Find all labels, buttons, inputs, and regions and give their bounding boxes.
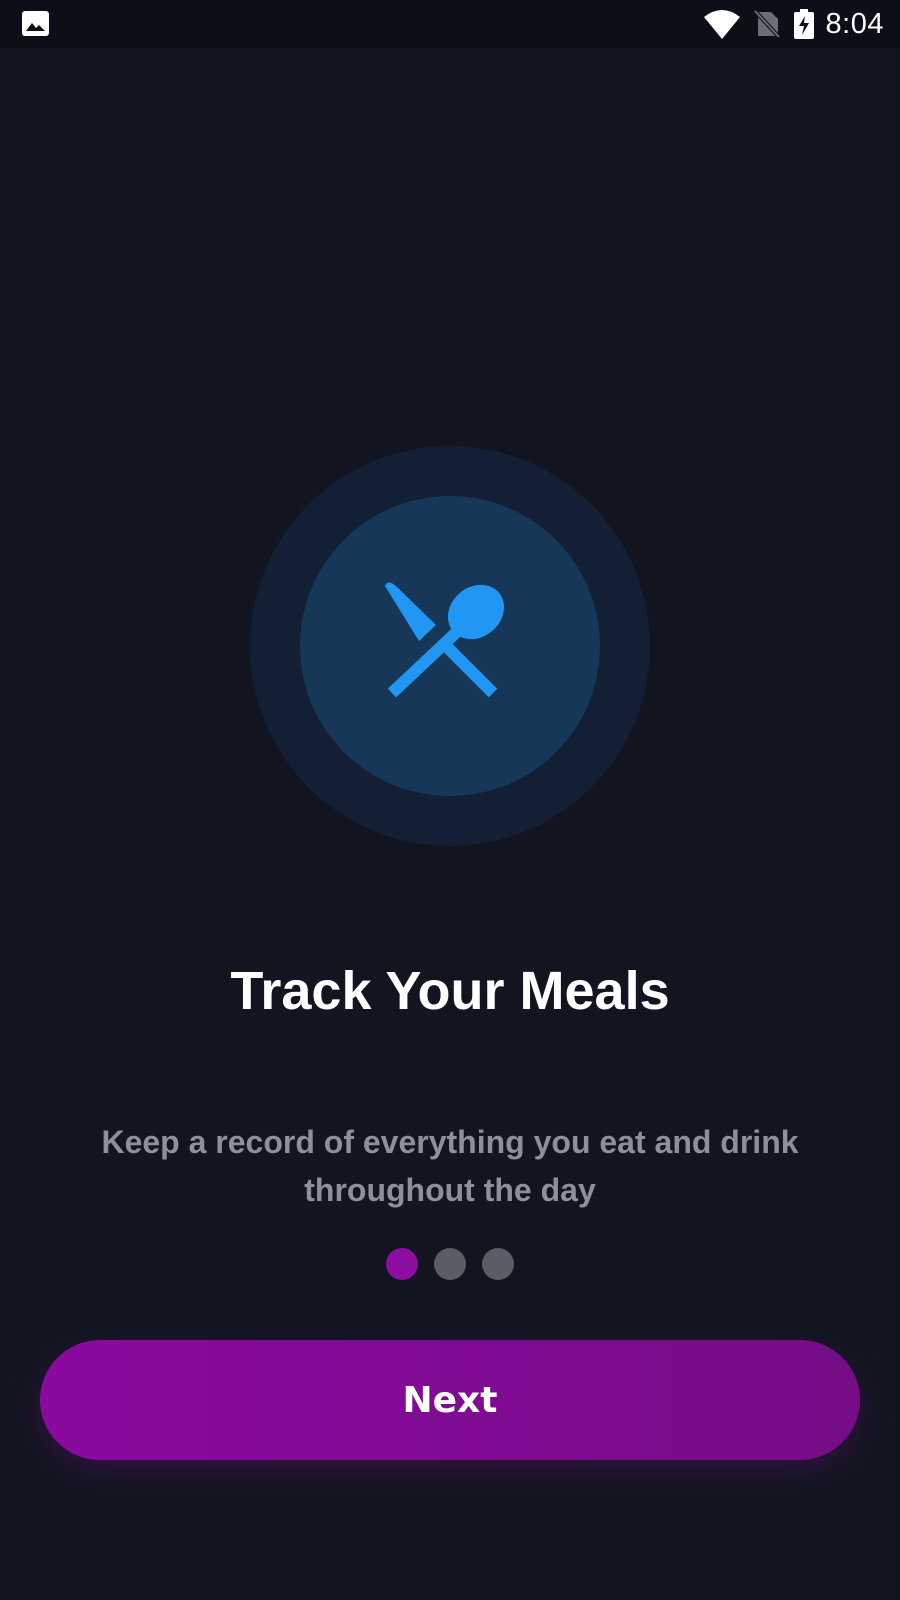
onboarding-screen: 8:04 Track Your Meals Keep a record of e… <box>0 0 900 1600</box>
page-dot-3[interactable] <box>482 1248 514 1280</box>
battery-charging-icon <box>793 9 814 39</box>
page-indicator <box>0 1248 900 1280</box>
page-dot-2[interactable] <box>434 1248 466 1280</box>
status-icons: 8:04 <box>703 0 884 48</box>
image-icon <box>22 11 49 36</box>
page-subtitle: Keep a record of everything you eat and … <box>101 1124 799 1208</box>
status-bar: 8:04 <box>0 0 900 48</box>
status-time: 8:04 <box>825 7 884 40</box>
page-title: Track Your Meals <box>230 961 670 1021</box>
wifi-icon <box>703 10 740 39</box>
no-sim-icon <box>753 10 780 38</box>
next-button[interactable]: Next <box>40 1340 860 1460</box>
page-dot-1[interactable] <box>386 1248 418 1280</box>
restaurant-icon <box>385 582 505 698</box>
